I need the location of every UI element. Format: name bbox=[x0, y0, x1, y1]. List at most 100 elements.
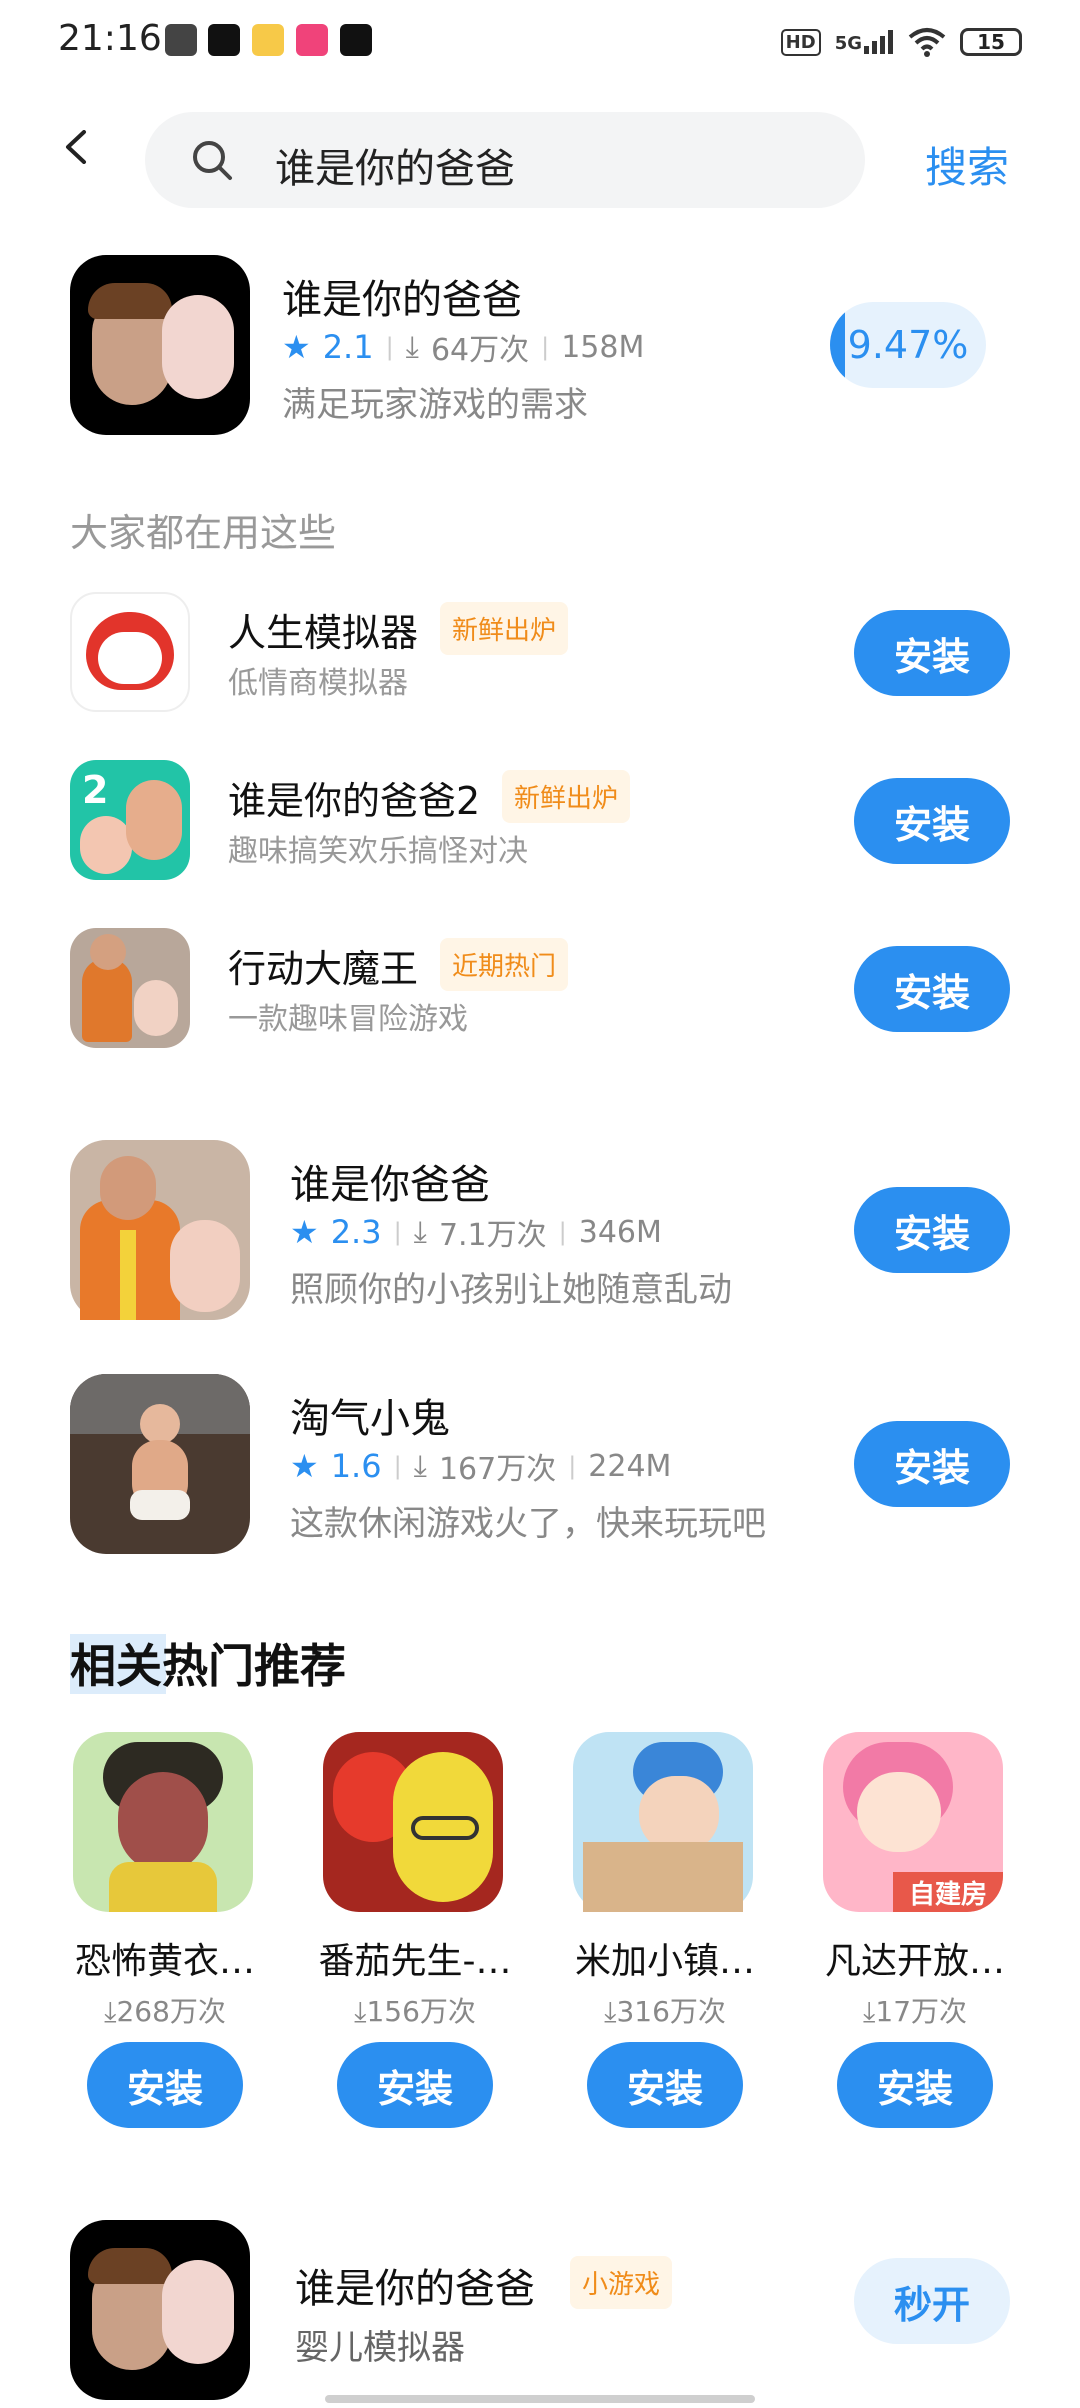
install-button[interactable]: 安装 bbox=[854, 1421, 1010, 1507]
install-button[interactable]: 安装 bbox=[854, 1187, 1010, 1273]
status-bar: 21:16 HD 5G 15 bbox=[0, 0, 1080, 84]
app-description: 满足玩家游戏的需求 bbox=[282, 385, 588, 425]
app-icon bbox=[323, 1732, 503, 1912]
progress-text: 9.47% bbox=[847, 323, 969, 367]
rating-value: 1.6 bbox=[330, 1447, 382, 1485]
app-title: 淘气小鬼 bbox=[290, 1396, 450, 1442]
status-icons: HD 5G 15 bbox=[780, 22, 1022, 62]
divider: | bbox=[385, 333, 394, 361]
app-description: 照顾你的小孩别让她随意乱动 bbox=[290, 1270, 732, 1310]
app-icon: 自建房 bbox=[823, 1732, 1003, 1912]
app-tag: 小游戏 bbox=[570, 2256, 673, 2309]
search-button[interactable]: 搜索 bbox=[925, 134, 1009, 195]
install-button[interactable]: 安装 bbox=[854, 610, 1010, 696]
search-query-text: 谁是你的爸爸 bbox=[275, 146, 515, 192]
app-title: 谁是你爸爸 bbox=[290, 1162, 490, 1208]
rating-value: 2.1 bbox=[322, 328, 374, 366]
list-item[interactable]: 人生模拟器 新鲜出炉 低情商模拟器 安装 bbox=[70, 590, 1010, 714]
app-description: 这款休闲游戏火了，快来玩玩吧 bbox=[290, 1504, 766, 1544]
list-item[interactable]: 2 谁是你的爸爸2 新鲜出炉 趣味搞笑欢乐搞怪对决 安装 bbox=[70, 758, 1010, 882]
divider: | bbox=[393, 1452, 402, 1480]
capcut-notification-icon bbox=[208, 24, 240, 56]
wifi-icon bbox=[908, 28, 946, 57]
signal-icon: 5G bbox=[835, 30, 894, 54]
download-count: 167万次 bbox=[438, 1452, 557, 1487]
app-description: 趣味搞笑欢乐搞怪对决 bbox=[228, 834, 528, 869]
download-icon: ⤓ bbox=[413, 1214, 427, 1250]
top-result-row[interactable]: 谁是你的爸爸 ★ 2.1 | ⤓ 64万次 | 158M 满足玩家游戏的需求 9… bbox=[70, 255, 1010, 435]
download-count: ⤓156万次 bbox=[354, 1995, 476, 2028]
app-icon bbox=[70, 1140, 250, 1320]
home-indicator[interactable] bbox=[325, 2395, 755, 2403]
app-icon bbox=[70, 1374, 250, 1554]
app-size: 224M bbox=[588, 1448, 672, 1484]
app-icon bbox=[70, 255, 250, 435]
app-tag: 新鲜出炉 bbox=[502, 770, 631, 823]
network-type: 5G bbox=[834, 33, 862, 54]
install-button[interactable]: 安装 bbox=[854, 778, 1010, 864]
download-progress-button[interactable]: 9.47% bbox=[830, 302, 986, 388]
install-button[interactable]: 安装 bbox=[837, 2042, 993, 2128]
download-count: 64万次 bbox=[430, 333, 530, 368]
install-button[interactable]: 安装 bbox=[854, 946, 1010, 1032]
divider: | bbox=[568, 1452, 577, 1480]
weibo-notification-icon bbox=[252, 24, 284, 56]
rating-value: 2.3 bbox=[330, 1213, 382, 1251]
download-icon: ⤓ bbox=[405, 329, 419, 365]
app-icon bbox=[70, 928, 190, 1048]
app-title: 米加小镇… bbox=[574, 1941, 755, 1982]
install-button[interactable]: 安装 bbox=[87, 2042, 243, 2128]
search-icon bbox=[193, 141, 232, 180]
app-title: 番茄先生-… bbox=[318, 1941, 512, 1982]
rating-star-icon: ★ bbox=[282, 328, 311, 366]
grid-item[interactable]: 恐怖黄衣… ⤓268万次 安装 bbox=[55, 1732, 275, 2132]
app-size: 346M bbox=[578, 1214, 662, 1250]
rating-star-icon: ★ bbox=[290, 1447, 319, 1485]
section-title-hot: 相关热门推荐 bbox=[70, 1639, 346, 1693]
download-icon: ⤓ bbox=[413, 1448, 427, 1484]
search-input[interactable]: 谁是你的爸爸 bbox=[145, 112, 865, 208]
download-value: 17万次 bbox=[875, 1995, 968, 2028]
app-icon bbox=[70, 2220, 250, 2400]
download-count: ⤓316万次 bbox=[604, 1995, 726, 2028]
download-value: 156万次 bbox=[366, 1995, 476, 2028]
install-button[interactable]: 安装 bbox=[337, 2042, 493, 2128]
divider: | bbox=[393, 1218, 402, 1246]
app-title: 谁是你的爸爸 bbox=[295, 2266, 535, 2312]
app-tag: 新鲜出炉 bbox=[440, 602, 569, 655]
app-size: 158M bbox=[561, 329, 645, 365]
tiktok-notification-icon bbox=[340, 24, 372, 56]
grid-item[interactable]: 自建房 凡达开放… ⤓17万次 安装 bbox=[805, 1732, 1025, 2132]
app-title: 恐怖黄衣… bbox=[74, 1941, 255, 1982]
grid-item[interactable]: 番茄先生-… ⤓156万次 安装 bbox=[305, 1732, 525, 2132]
download-count: ⤓17万次 bbox=[862, 1995, 968, 2028]
app-icon bbox=[73, 1732, 253, 1912]
app-description: 一款趣味冒险游戏 bbox=[228, 1002, 468, 1037]
download-count: 7.1万次 bbox=[438, 1218, 547, 1253]
back-arrow-icon[interactable] bbox=[60, 130, 94, 164]
download-count: ⤓268万次 bbox=[104, 1995, 226, 2028]
message-notification-icon bbox=[165, 24, 197, 56]
list-item[interactable]: 行动大魔王 近期热门 一款趣味冒险游戏 安装 bbox=[70, 926, 1010, 1050]
app-icon bbox=[573, 1732, 753, 1912]
app-title: 凡达开放… bbox=[824, 1941, 1005, 1982]
list-item[interactable]: 谁是你爸爸 ★ 2.3 | ⤓ 7.1万次 | 346M 照顾你的小孩别让她随意… bbox=[70, 1140, 1010, 1320]
grid-item[interactable]: 米加小镇… ⤓316万次 安装 bbox=[555, 1732, 775, 2132]
app-icon bbox=[70, 592, 190, 712]
app-tag: 近期热门 bbox=[440, 938, 569, 991]
download-value: 316万次 bbox=[616, 1995, 726, 2028]
download-value: 268万次 bbox=[116, 1995, 226, 2028]
app-title: 谁是你的爸爸 bbox=[282, 277, 522, 323]
badge-label: 自建房 bbox=[893, 1872, 1003, 1912]
app-meta: ★ 2.1 | ⤓ 64万次 | 158M bbox=[282, 325, 644, 369]
divider: | bbox=[558, 1218, 567, 1246]
section-title-used: 大家都在用这些 bbox=[70, 511, 337, 555]
mini-game-row[interactable]: 谁是你的爸爸 小游戏 婴儿模拟器 秒开 bbox=[70, 2220, 1010, 2400]
instant-open-button[interactable]: 秒开 bbox=[854, 2258, 1010, 2344]
app-title: 行动大魔王 bbox=[228, 947, 419, 991]
install-button[interactable]: 安装 bbox=[587, 2042, 743, 2128]
list-item[interactable]: 淘气小鬼 ★ 1.6 | ⤓ 167万次 | 224M 这款休闲游戏火了，快来玩… bbox=[70, 1374, 1010, 1554]
app-notification-icon bbox=[296, 24, 328, 56]
progress-fill bbox=[830, 302, 845, 388]
app-description: 婴儿模拟器 bbox=[295, 2328, 465, 2368]
